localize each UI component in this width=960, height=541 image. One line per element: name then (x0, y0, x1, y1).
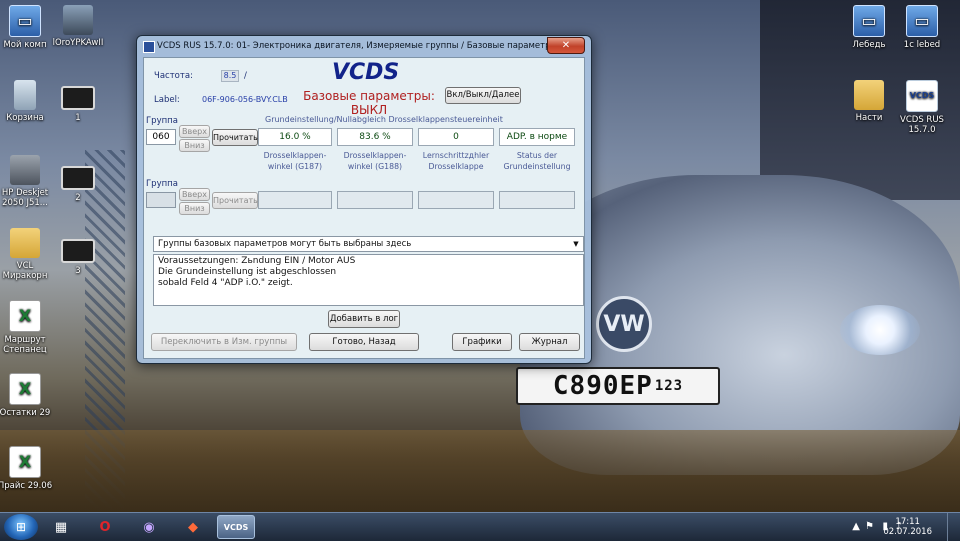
chevron-down-icon[interactable]: ▼ (571, 239, 581, 249)
app-icon (143, 41, 155, 53)
viber-icon: ◉ (143, 519, 155, 535)
add-to-log-button[interactable]: Добавить в лог (328, 310, 400, 328)
flag-icon[interactable]: ⚑ (865, 521, 874, 532)
group1-field-3: 0 (418, 128, 494, 146)
label-caption: Label: (154, 95, 180, 105)
toggle-basic-settings-button[interactable]: Вкл/Выкл/Далее (445, 87, 521, 104)
group2-field-3 (418, 191, 494, 209)
group1-caption: Группа (146, 116, 178, 126)
frequency-unit: / (244, 71, 247, 81)
window-titlebar[interactable]: VCDS RUS 15.7.0: 01- Электроника двигате… (137, 36, 591, 56)
app-icon: ◆ (188, 519, 198, 535)
group1-field-1-caption: Drosselklappen- winkel (G187) (263, 151, 327, 171)
group1-field-3-caption: Lernschrittzдhler Drosselklappe (422, 151, 490, 171)
label-file-value: 06F-906-056-BVY.CLB (202, 95, 288, 104)
spreadsheet-icon: X (9, 300, 41, 332)
desktop-icon-spreadsheet-route[interactable]: X Маршрут Степанец (0, 300, 56, 355)
plate-region: 123 (654, 378, 684, 394)
desktop-icon-spreadsheet-price[interactable]: X Прайс 29.06 (0, 446, 56, 491)
desktop-icon-vcds[interactable]: VCDS VCDS RUS 15.7.0 (891, 80, 953, 135)
computer-icon: ▭ (906, 5, 938, 37)
group2-number-input[interactable] (146, 192, 176, 208)
taskbar-calculator[interactable]: ▦ (42, 515, 80, 539)
group1-field-1: 16.0 % (258, 128, 332, 146)
video-icon (61, 86, 95, 110)
background-grass (0, 430, 960, 512)
desktop-icon-1c-lebed[interactable]: ▭ 1c lebed (891, 5, 953, 50)
group1-field-2-caption: Drosselklappen- winkel (G188) (343, 151, 407, 171)
taskbar-viber[interactable]: ◉ (130, 515, 168, 539)
group2-caption: Группа (146, 179, 178, 189)
info-text-box: Voraussetzungen: Zьndung EIN / Motor AUS… (153, 254, 584, 306)
group2-up-button[interactable]: Вверх (179, 188, 210, 201)
image-icon (63, 5, 93, 35)
taskbar-vcds[interactable]: VCDS (217, 515, 255, 539)
group2-down-button[interactable]: Вниз (179, 202, 210, 215)
video-icon (61, 166, 95, 190)
group1-field-4: ADP. в норме (499, 128, 575, 146)
group2-field-1 (258, 191, 332, 209)
chevron-up-icon[interactable]: ▲ (852, 521, 860, 532)
group2-field-4 (499, 191, 575, 209)
opera-icon: O (99, 519, 111, 535)
graphs-button[interactable]: Графики (452, 333, 512, 351)
calculator-icon: ▦ (54, 519, 68, 535)
log-button[interactable]: Журнал (519, 333, 580, 351)
group1-field-2: 83.6 % (337, 128, 413, 146)
desktop-icon-spreadsheet-stock[interactable]: X Остатки 29 (0, 373, 56, 418)
vcds-icon: VCDS (223, 522, 249, 532)
desktop-icon-video-3[interactable]: 3 (47, 233, 109, 276)
done-back-button[interactable]: Готово, Назад (309, 333, 419, 351)
folder-icon (10, 228, 40, 258)
windows-logo-icon: ⊞ (15, 520, 27, 534)
recycle-bin-icon (14, 80, 36, 110)
background-vw-logo-icon: VW (596, 296, 652, 352)
switch-to-measuring-groups-button[interactable]: Переключить в Изм. группы (151, 333, 297, 351)
basic-groups-select[interactable]: Группы базовых параметров могут быть выб… (153, 236, 584, 252)
group2-read-button[interactable]: Прочитать (212, 192, 258, 209)
group2-field-2 (337, 191, 413, 209)
desktop-icon-image[interactable]: lOroYPKAwII (47, 5, 109, 48)
frequency-value: 8.5 (221, 70, 239, 82)
basic-settings-status: Базовые параметры: ВЫКЛ (303, 89, 435, 117)
taskbar-app[interactable]: ◆ (174, 515, 212, 539)
group1-down-button[interactable]: Вниз (179, 139, 210, 152)
taskbar-opera[interactable]: O (86, 515, 124, 539)
start-button[interactable]: ⊞ (4, 514, 38, 540)
close-button[interactable]: ✕ (547, 37, 585, 54)
printer-icon (10, 155, 40, 185)
show-desktop-button[interactable] (947, 513, 960, 541)
computer-icon: ▭ (853, 5, 885, 37)
group1-field-4-caption: Status der Grundeinstellung (503, 151, 571, 171)
group1-read-button[interactable]: Прочитать (212, 129, 258, 146)
spreadsheet-icon: X (9, 446, 41, 478)
group1-up-button[interactable]: Вверх (179, 125, 210, 138)
vcds-icon: VCDS (906, 80, 938, 112)
group1-number-input[interactable]: 060 (146, 129, 176, 145)
window-client-area: Частота: 8.5 / VCDS Label: 06F-906-056-B… (143, 57, 585, 359)
vcds-window: VCDS RUS 15.7.0: 01- Электроника двигате… (136, 35, 592, 364)
vcds-logo: VCDS (332, 60, 400, 85)
video-icon (61, 239, 95, 263)
plate-number: С890ЕР (552, 371, 653, 401)
frequency-label: Частота: (154, 71, 193, 81)
desktop-icon-video-1[interactable]: 1 (47, 80, 109, 123)
folder-icon (854, 80, 884, 110)
window-title: VCDS RUS 15.7.0: 01- Электроника двигате… (157, 41, 558, 51)
computer-icon: ▭ (9, 5, 41, 37)
clock[interactable]: 17:11 02.07.2016 (883, 517, 932, 537)
background-car-headlight (840, 305, 920, 355)
group1-header: Grundeinstellung/Nullabgleich Drosselkla… (265, 115, 503, 124)
spreadsheet-icon: X (9, 373, 41, 405)
background-license-plate: С890ЕР 123 (516, 367, 720, 405)
taskbar: ⊞ ▦ O ◉ ◆ VCDS ▲ ⚑ ▮ ♪ 17:11 02.07.2016 (0, 512, 960, 541)
desktop-icon-video-2[interactable]: 2 (47, 160, 109, 203)
